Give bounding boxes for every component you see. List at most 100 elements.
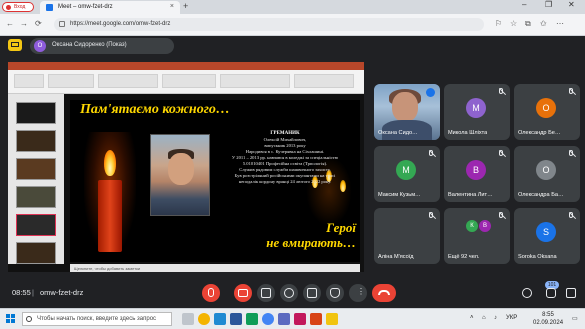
ribbon-group [162,74,216,88]
participant-tile-self[interactable]: Оксана Сидо… [374,84,440,140]
participant-avatar: М [466,98,486,118]
notifications-icon[interactable]: ▭ [572,315,578,322]
slide-title: Пам'ятаємо кожного… [80,102,230,117]
camera-off-icon [238,289,248,297]
participant-tile[interactable]: М Максим Кузьм… [374,146,440,202]
mic-off-icon [427,150,435,158]
mic-off-icon [427,212,435,220]
teams-icon[interactable] [278,313,290,325]
chrome-icon[interactable] [198,313,210,325]
separator: | [32,288,34,297]
tab-meet[interactable]: Meet – omw-fzet-drz × [40,1,180,14]
menu-icon[interactable]: ⋯ [556,19,564,28]
task-view-icon[interactable] [182,313,194,325]
present-button[interactable] [303,284,321,302]
search-placeholder: Чтобы начать поиск, введите здесь запрос [37,316,157,322]
favorites-icon[interactable]: ✩ [540,19,547,28]
participant-name: Валентина Лит… [448,192,493,198]
back-button[interactable]: ← [6,19,14,28]
taskbar-search-box[interactable]: Чтобы начать поиск, введите здесь запрос [22,312,172,326]
extensions-icon[interactable]: ⧉ [525,19,531,29]
edge-icon[interactable] [214,313,226,325]
ribbon-group [48,74,94,88]
participant-tile[interactable]: Аліна М'ясоїд [374,208,440,264]
volume-icon[interactable]: ♪ [494,315,497,321]
people-icon[interactable] [546,288,556,298]
mic-off-icon [208,288,214,297]
emoji-button[interactable] [280,284,298,302]
participant-avatar: S [536,222,556,242]
participant-name: Олександра Ба… [518,192,564,198]
tray-arrow-icon[interactable]: ˄ [470,315,474,321]
windows-start-button[interactable] [6,314,16,324]
activities-icon[interactable] [566,288,576,298]
new-tab-button[interactable]: + [183,1,188,11]
slide-bio: ГРЕМАНИК Олексій Михайлович, випускник 2… [220,130,350,185]
mic-off-icon [567,88,575,96]
app-icon[interactable] [294,313,306,325]
notes-pane[interactable]: Щелкните, чтобы добавить заметки [70,264,360,272]
maximize-button[interactable]: ❐ [545,0,552,9]
slide-thumbnails [8,94,64,264]
mic-off-icon [497,150,505,158]
captions-icon [261,288,271,298]
hand-icon [330,288,340,298]
participant-name: Аліна М'ясоїд [378,254,414,260]
ribbon-group [294,74,354,88]
presentation-icon[interactable] [8,39,22,51]
translate-icon[interactable]: ⚐ [495,19,502,28]
close-window-button[interactable]: ✕ [568,0,575,9]
address-bar[interactable]: https://meet.google.com/omw-fzet-drz [54,18,484,31]
participant-name: Soroka Oksana [518,254,557,260]
speaking-icon [426,88,435,97]
candle-image [84,132,136,252]
info-icon[interactable] [522,288,532,298]
reload-button[interactable]: ⟳ [35,19,42,28]
mic-off-icon [497,88,505,96]
tab-close-button[interactable]: × [170,3,174,10]
tab-bar: Вход Meet – omw-fzet-drz × + – ❐ ✕ [0,0,585,14]
participant-tile[interactable]: О Олександра Ба… [514,146,580,202]
profile-dot-icon [6,5,11,10]
participant-name: Оксана Сидо… [378,130,418,136]
slide-thumbnail [16,158,56,180]
camera-button[interactable] [234,284,252,302]
profile-button[interactable]: Вход [2,2,34,12]
star-icon[interactable]: ☆ [510,19,517,28]
portrait-photo [150,134,210,216]
participant-tile[interactable]: О Олександр Бе… [514,84,580,140]
forward-button[interactable]: → [20,19,28,28]
participant-name: Ещё 92 чел. [448,254,480,260]
raise-hand-button[interactable] [326,284,344,302]
meeting-code: omw-fzet-drz [40,288,84,297]
participant-name: Олександр Бе… [518,130,561,136]
lock-icon [59,21,65,27]
slide-footer: Герої не вмирають… [230,220,356,250]
minimize-button[interactable]: – [522,0,526,9]
language-indicator[interactable]: УКР [506,315,517,321]
browser-icon[interactable] [262,313,274,325]
store-icon[interactable] [246,313,258,325]
participant-tile[interactable]: В Валентина Лит… [444,146,510,202]
participant-tile[interactable]: S Soroka Oksana [514,208,580,264]
folder-icon[interactable] [326,313,338,325]
leave-call-button[interactable] [372,284,396,302]
url-text: https://meet.google.com/omw-fzet-drz [70,21,171,27]
more-participants-tile[interactable]: К В Ещё 92 чел. [444,208,510,264]
powerpoint-icon[interactable] [310,313,322,325]
microphone-button[interactable] [202,284,220,302]
footer-line-1: Герої [326,220,356,235]
windows-taskbar: Чтобы начать поиск, введите здесь запрос… [0,308,585,329]
network-icon[interactable]: ⌂ [482,315,486,321]
captions-button[interactable] [257,284,275,302]
participant-tile[interactable]: М Микола Шліхта [444,84,510,140]
ribbon-group [98,74,158,88]
word-icon[interactable] [230,313,242,325]
presenter-chip[interactable]: О Оксана Сидоренко (Показ) [30,38,174,54]
participant-name: Микола Шліхта [448,130,488,136]
more-vert-icon: ⋮ [357,287,365,296]
taskbar-clock[interactable]: 8:55 02.09.2024 [533,311,563,327]
more-options-button[interactable]: ⋮ [349,284,367,302]
presenter-avatar: О [34,40,46,52]
meet-favicon-icon [46,4,53,11]
